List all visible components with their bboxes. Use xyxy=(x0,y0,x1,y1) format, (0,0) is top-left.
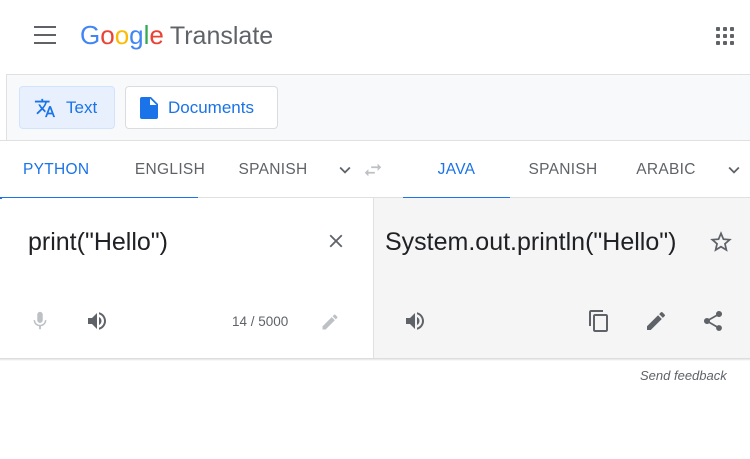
source-listen-speaker-icon[interactable] xyxy=(83,307,111,335)
documents-mode-button[interactable]: Documents xyxy=(125,86,278,129)
target-listen-speaker-icon[interactable] xyxy=(401,307,429,335)
target-lang-java[interactable]: JAVA xyxy=(403,141,510,199)
language-bar: PYTHON ENGLISH SPANISH JAVA SPANISH ARAB… xyxy=(0,140,750,199)
share-icon[interactable] xyxy=(699,307,727,335)
copy-translation-icon[interactable] xyxy=(585,307,613,335)
save-translation-star-icon[interactable] xyxy=(707,228,735,256)
google-translate-logo[interactable]: Google Translate xyxy=(80,20,273,51)
clear-source-text-close-icon[interactable] xyxy=(322,227,350,255)
text-mode-label: Text xyxy=(66,97,98,117)
menu-icon[interactable] xyxy=(34,26,58,46)
apps-grid-icon[interactable] xyxy=(716,27,736,47)
translate-icon xyxy=(34,97,56,119)
app-header: Google Translate xyxy=(0,0,750,74)
source-lang-english[interactable]: ENGLISH xyxy=(125,141,215,198)
text-mode-button[interactable]: Text xyxy=(19,86,115,129)
target-lang-spanish[interactable]: SPANISH xyxy=(518,141,608,198)
send-feedback-link[interactable]: Send feedback xyxy=(640,368,727,383)
mode-bar: Text Documents xyxy=(6,74,750,140)
source-text-input[interactable]: print("Hello") xyxy=(28,228,168,257)
target-panel: System.out.println("Hello") xyxy=(373,198,750,358)
documents-mode-label: Documents xyxy=(168,97,254,117)
source-more-languages-chevron-icon[interactable] xyxy=(334,159,356,181)
swap-languages-icon[interactable] xyxy=(362,159,384,181)
product-name: Translate xyxy=(169,22,274,50)
translated-text: System.out.println("Hello") xyxy=(385,228,677,256)
target-lang-arabic[interactable]: ARABIC xyxy=(621,141,711,198)
google-wordmark: Google xyxy=(80,20,164,50)
panel-divider-shadow xyxy=(0,358,750,361)
source-panel: print("Hello") 14 / 5000 xyxy=(2,198,373,358)
document-icon xyxy=(140,96,158,119)
target-more-languages-chevron-icon[interactable] xyxy=(723,159,745,181)
character-count: 14 / 5000 xyxy=(232,314,289,329)
handwriting-pencil-icon[interactable] xyxy=(316,308,344,336)
source-lang-spanish[interactable]: SPANISH xyxy=(228,141,318,198)
suggest-edit-pencil-icon[interactable] xyxy=(642,307,670,335)
microphone-icon[interactable] xyxy=(26,307,54,335)
